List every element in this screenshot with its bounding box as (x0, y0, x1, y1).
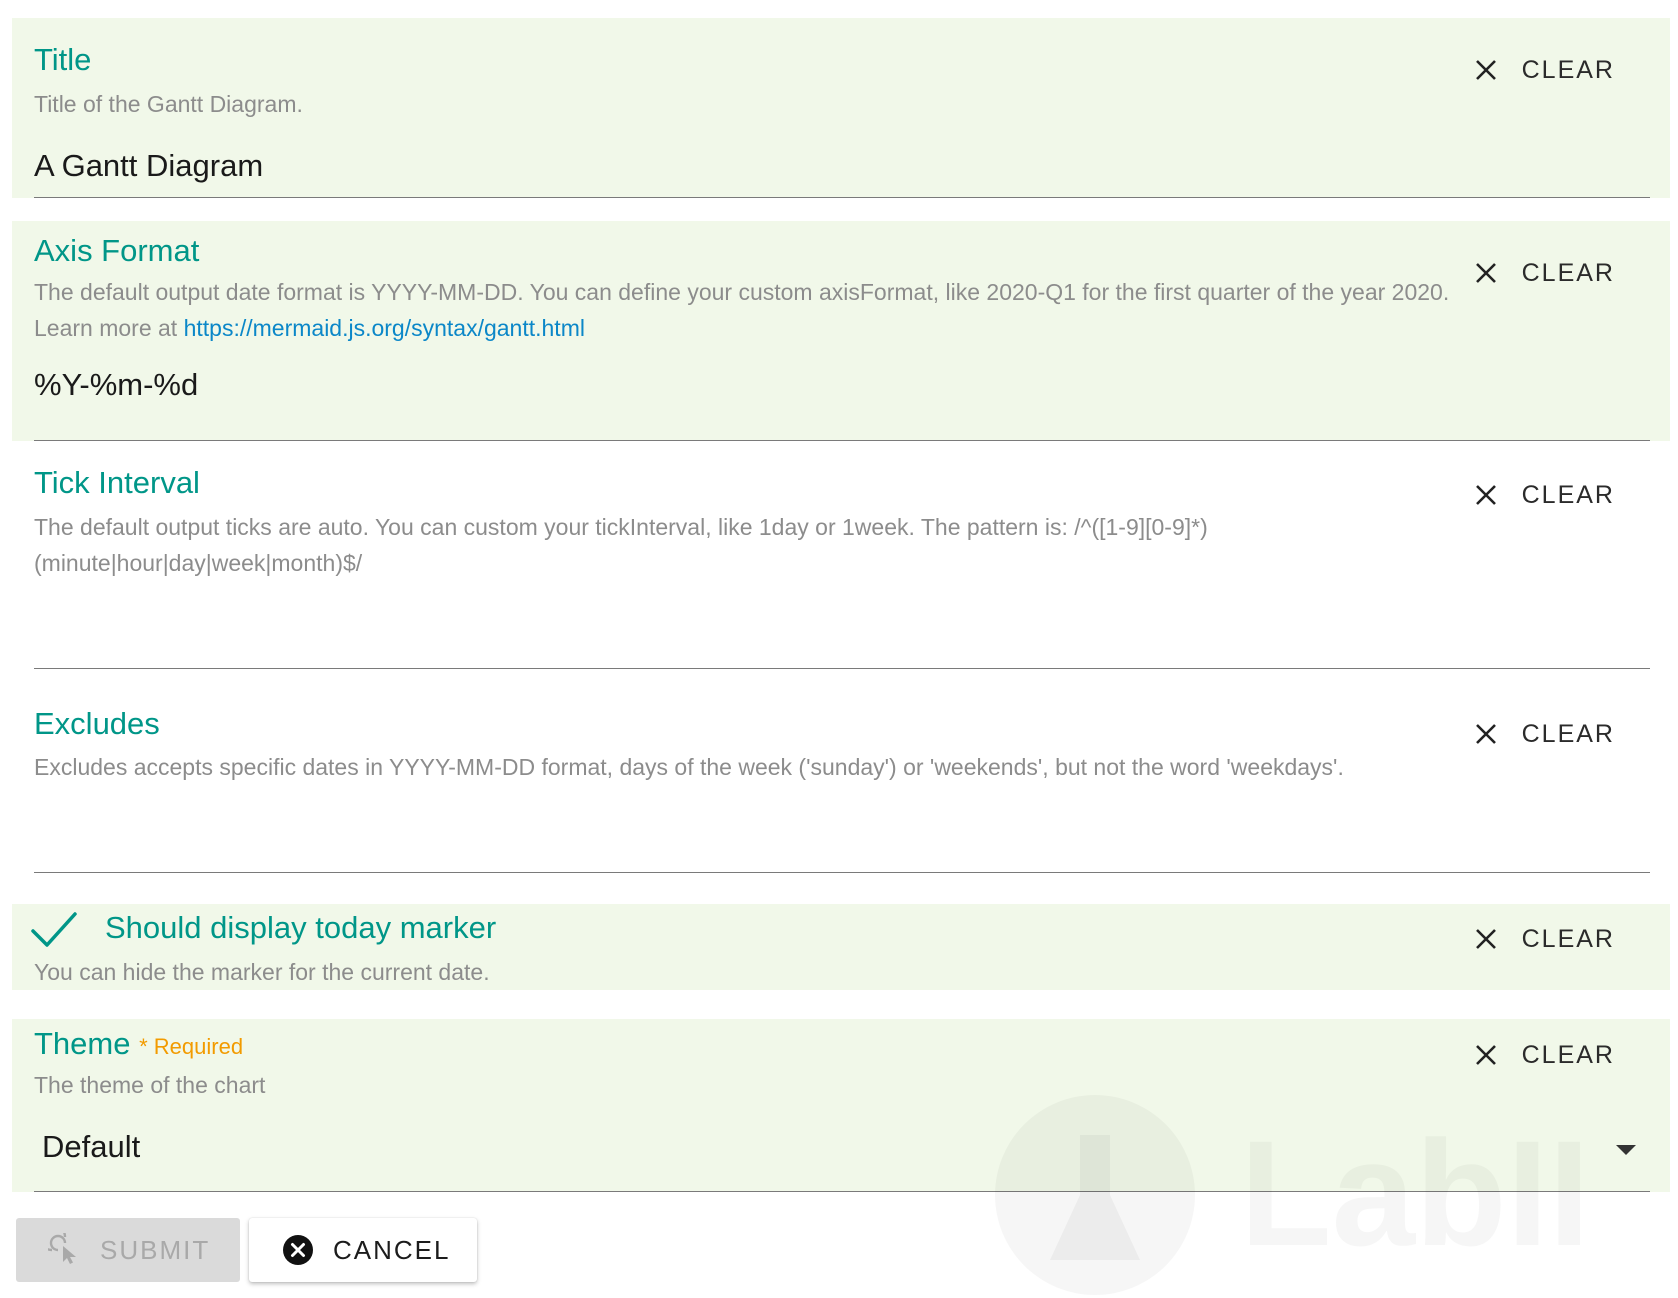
theme-underline (34, 1191, 1650, 1192)
axis-format-clear-button[interactable]: CLEAR (1474, 251, 1615, 295)
theme-clear-button[interactable]: CLEAR (1474, 1033, 1615, 1077)
close-icon (1475, 1045, 1496, 1065)
title-clear-button[interactable]: CLEAR (1474, 48, 1615, 92)
close-icon (1475, 724, 1496, 744)
clear-label: CLEAR (1521, 258, 1615, 287)
close-icon (1475, 263, 1496, 283)
theme-label-text: Theme (34, 1026, 131, 1061)
submit-button[interactable]: SUBMIT (16, 1218, 240, 1282)
submit-label: SUBMIT (100, 1234, 211, 1265)
today-marker-field[interactable]: Should display today marker You can hide… (12, 904, 1670, 990)
excludes-field[interactable]: Excludes Excludes accepts specific dates… (12, 672, 1670, 873)
axis-format-input[interactable]: %Y-%m-%d (34, 367, 198, 403)
theme-field[interactable]: Theme * Required The theme of the chart … (12, 1019, 1670, 1192)
excludes-hint: Excludes accepts specific dates in YYYY-… (34, 754, 1344, 780)
axis-format-label: Axis Format (34, 233, 200, 268)
excludes-underline (34, 872, 1650, 873)
checkmark-icon[interactable] (30, 911, 78, 949)
clear-label: CLEAR (1521, 480, 1615, 509)
chevron-down-icon[interactable] (1616, 1145, 1636, 1155)
tick-interval-hint: The default output ticks are auto. You c… (34, 514, 1208, 576)
clear-label: CLEAR (1521, 1040, 1615, 1069)
close-icon (1475, 60, 1496, 80)
clear-label: CLEAR (1521, 924, 1615, 953)
axis-format-field[interactable]: Axis Format The default output date form… (12, 221, 1670, 441)
title-field[interactable]: Title Title of the Gantt Diagram. A Gant… (12, 18, 1670, 198)
clear-label: CLEAR (1521, 55, 1615, 84)
tick-interval-field[interactable]: Tick Interval The default output ticks a… (12, 441, 1670, 669)
close-icon (1475, 929, 1496, 949)
excludes-clear-button[interactable]: CLEAR (1474, 712, 1615, 756)
theme-hint: The theme of the chart (34, 1072, 266, 1098)
required-marker: * Required (139, 1034, 244, 1059)
clear-label: CLEAR (1521, 719, 1615, 748)
today-marker-label[interactable]: Should display today marker (105, 910, 496, 946)
touch-app-icon (48, 1233, 76, 1264)
tick-interval-underline (34, 668, 1650, 669)
tick-interval-label: Tick Interval (34, 465, 200, 500)
excludes-label: Excludes (34, 706, 160, 741)
axis-format-hint: The default output date format is YYYY-M… (34, 274, 1454, 346)
title-hint: Title of the Gantt Diagram. (34, 91, 303, 117)
today-marker-clear-button[interactable]: CLEAR (1474, 917, 1615, 961)
today-marker-hint: You can hide the marker for the current … (34, 959, 490, 985)
theme-select[interactable]: Default (42, 1129, 140, 1165)
gantt-docs-link[interactable]: https://mermaid.js.org/syntax/gantt.html (184, 315, 585, 341)
title-input[interactable]: A Gantt Diagram (34, 148, 263, 184)
cancel-circle-icon (283, 1235, 313, 1265)
tick-interval-clear-button[interactable]: CLEAR (1474, 473, 1615, 517)
cancel-button[interactable]: CANCEL (249, 1218, 477, 1282)
title-underline (34, 197, 1650, 198)
theme-label: Theme * Required (34, 1026, 243, 1065)
title-label: Title (34, 42, 92, 77)
close-icon (1475, 485, 1496, 505)
cancel-label: CANCEL (333, 1234, 451, 1265)
